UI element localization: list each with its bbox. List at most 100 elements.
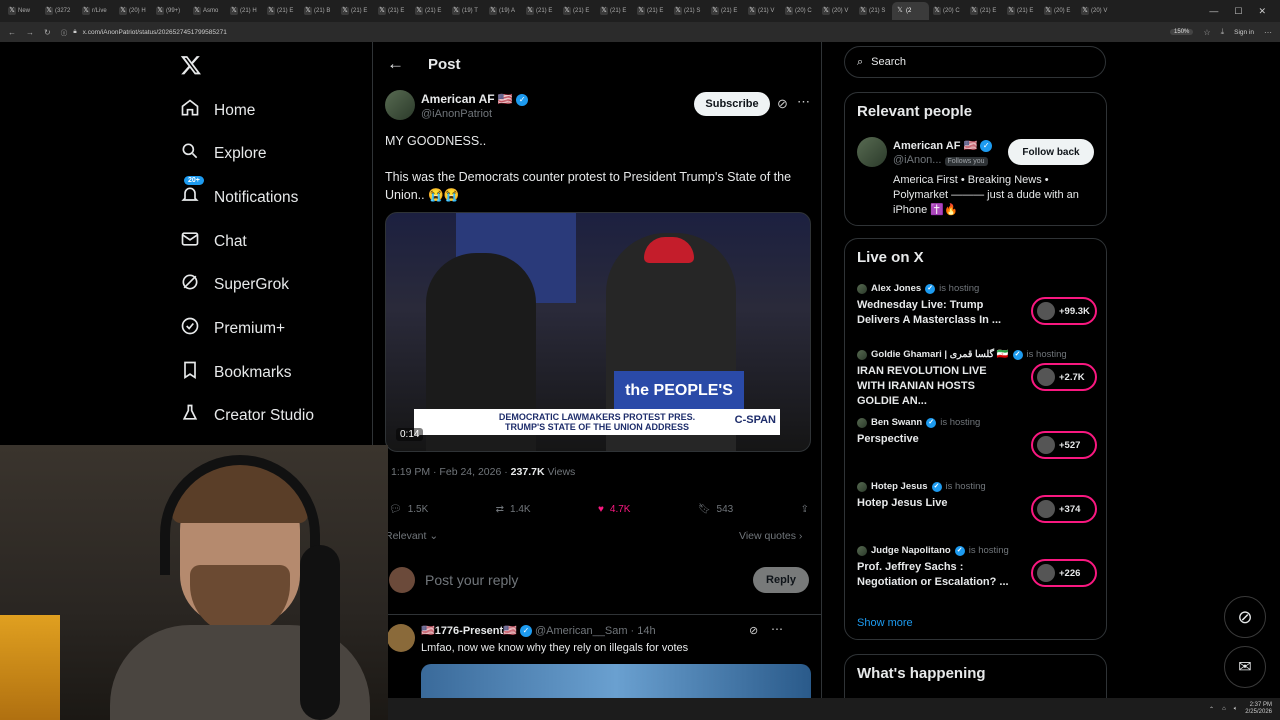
reply-avatar[interactable] [387,624,415,652]
live-item[interactable]: Ben Swann ✓ is hosting Perspective +527 [857,417,1097,459]
star-icon[interactable]: ☆ [1203,28,1210,37]
browser-tab[interactable]: 𝕏 (19) T [448,2,485,20]
browser-tab[interactable]: 𝕏 Asmo [189,2,226,20]
relevant-user[interactable]: American AF 🇺🇸 ✓ @iAnon... Follows you [893,139,993,167]
nav-item-creator-studio[interactable]: Creator Studio [180,403,314,428]
grok-icon[interactable]: ⊘ [777,96,788,112]
minimize-icon[interactable]: — [1209,6,1218,16]
like-action[interactable]: ♥ 4.7K [598,504,631,515]
author-handle[interactable]: @iAnonPatriot [421,108,528,120]
nav-item-premium[interactable]: Premium+ [180,316,285,341]
browser-tab[interactable]: 𝕏 (19) A [485,2,522,20]
reply-input[interactable]: Post your reply [425,572,518,588]
nav-item-chat[interactable]: Chat [180,229,247,254]
back-arrow-icon[interactable]: ← [387,54,404,74]
browser-tab[interactable]: 𝕏 (21) S [670,2,707,20]
browser-tab[interactable]: 𝕏 (20) E [1040,2,1077,20]
browser-tab[interactable]: 𝕏 New [4,2,41,20]
nav-item-bookmarks[interactable]: Bookmarks [180,360,292,385]
listener-pill[interactable]: +527 [1031,431,1097,459]
extensions-icon[interactable]: ⋯ [1264,28,1272,37]
browser-tab[interactable]: 𝕏 (21) S [855,2,892,20]
browser-tab[interactable]: 𝕏 (21) E [596,2,633,20]
browser-tab[interactable]: 𝕏 (21) E [1003,2,1040,20]
share-action[interactable]: ⇪ [801,504,809,515]
browser-tab[interactable]: 𝕏 (20) C [929,2,966,20]
nav-item-home[interactable]: Home [180,98,255,123]
grok-fab[interactable]: ⊘ [1224,596,1266,638]
sort-dropdown[interactable]: Relevant ⌄ [385,530,438,542]
browser-tab[interactable]: 𝕏 (21) V [744,2,781,20]
reply-button[interactable]: Reply [753,567,809,593]
browser-tab[interactable]: 𝕏 (20) V [818,2,855,20]
browser-tab[interactable]: 𝕏 (99+) [152,2,189,20]
subscribe-button[interactable]: Subscribe [694,92,770,116]
tab-favicon-icon: 𝕏 [933,7,941,15]
live-item[interactable]: Judge Napolitano ✓ is hosting Prof. Jeffrey… [857,545,1097,590]
browser-tab[interactable]: 𝕏 (21) E [707,2,744,20]
search-input[interactable]: ⌕ Search [844,46,1106,78]
reply-author-handle[interactable]: @American__Sam · 14h [535,625,656,637]
hosting-label: is hosting [939,283,980,294]
browser-tab[interactable]: 𝕏 (21) E [633,2,670,20]
tray-up-icon[interactable]: ⌃ [1209,706,1214,713]
browser-tab[interactable]: 𝕏 (3272 [41,2,78,20]
volume-icon[interactable]: 🔈︎ [1234,706,1238,713]
browser-tab[interactable]: 𝕏r/Live [78,2,115,20]
reply-media[interactable] [421,664,811,698]
network-icon[interactable]: ⌂ [1222,706,1226,712]
more-options-icon[interactable]: ⋯ [797,94,810,110]
browser-tab[interactable]: 𝕏 (20) V [1077,2,1114,20]
zoom-level[interactable]: 150% [1170,29,1194,35]
view-quotes-link[interactable]: View quotes › [739,530,802,542]
browser-tab[interactable]: 𝕏 (21) E [966,2,1003,20]
relevant-avatar[interactable] [857,137,887,167]
messages-fab[interactable]: ✉ [1224,646,1266,688]
bookmark-action[interactable]: 🔖︎ 543 [698,504,733,515]
browser-tab[interactable]: 𝕏 (21) E [559,2,596,20]
url-field[interactable]: ⓘ 🔒︎ x.com/iAnonPatriot/status/202652745… [61,25,1160,39]
video-player[interactable]: the PEOPLE'S DEMOCRATIC LAWMAKERS PROTES… [385,212,811,452]
browser-tab[interactable]: 𝕏 (21) E [337,2,374,20]
x-logo-icon[interactable] [180,54,202,76]
live-item[interactable]: Goldie Ghamari | گلسا قمری 🇮🇷 ✓ is hosting… [857,349,1097,409]
clock[interactable]: 2:37 PM 2/25/2026 [1245,702,1272,716]
browser-tab[interactable]: 𝕏 (21) E [263,2,300,20]
grok-icon[interactable]: ⊘ [749,624,758,637]
back-icon[interactable]: ← [8,28,16,37]
nav-item-supergrok[interactable]: SuperGrok [180,272,289,297]
listener-pill[interactable]: +2.7K [1031,363,1097,391]
tab-label: (21) E [425,8,442,14]
author-name[interactable]: American AF 🇺🇸 [421,92,513,106]
more-options-icon[interactable]: ⋯ [771,622,783,636]
sign-in-button[interactable]: Sign in [1234,29,1254,36]
browser-tab[interactable]: 𝕏 (20) H [115,2,152,20]
reply-author-name[interactable]: 🇺🇸1776-Present🇺🇸 [421,625,517,637]
repost-action[interactable]: ⇄ 1.4K [496,504,531,515]
post-timestamp[interactable]: 1:19 PM · Feb 24, 2026 [391,466,501,478]
browser-tab[interactable]: 𝕏 (21) E [374,2,411,20]
nav-item-notifications[interactable]: 20+ Notifications [180,176,298,210]
live-item[interactable]: Hotep Jesus ✓ is hosting Hotep Jesus Live +3… [857,481,1097,523]
reload-icon[interactable]: ↻ [44,28,51,37]
maximize-icon[interactable]: ☐ [1234,6,1242,17]
listener-pill[interactable]: +99.3K [1031,297,1097,325]
nav-item-explore[interactable]: Explore [180,141,267,166]
show-more-link[interactable]: Show more [857,617,913,629]
download-icon[interactable]: ⤓ [1221,27,1225,37]
listener-pill[interactable]: +374 [1031,495,1097,523]
author-avatar[interactable] [385,90,415,120]
forward-icon[interactable]: → [26,28,34,37]
post-column: ← Post American AF 🇺🇸 ✓ @iAnonPatriot Su… [372,42,822,698]
browser-tab[interactable]: 𝕏 (20) C [781,2,818,20]
browser-tab[interactable]: 𝕏 (21) E [522,2,559,20]
browser-tab[interactable]: 𝕏 (2 [892,2,929,20]
follow-back-button[interactable]: Follow back [1008,139,1094,165]
reply-action[interactable]: 💬︎ 1.5K [389,504,428,515]
close-window-icon[interactable]: ✕ [1258,6,1266,17]
browser-tab[interactable]: 𝕏 (21) B [300,2,337,20]
listener-pill[interactable]: +226 [1031,559,1097,587]
live-item[interactable]: Alex Jones ✓ is hosting Wednesday Live: Tru… [857,283,1097,328]
browser-tab[interactable]: 𝕏 (21) E [411,2,448,20]
browser-tab[interactable]: 𝕏 (21) H [226,2,263,20]
